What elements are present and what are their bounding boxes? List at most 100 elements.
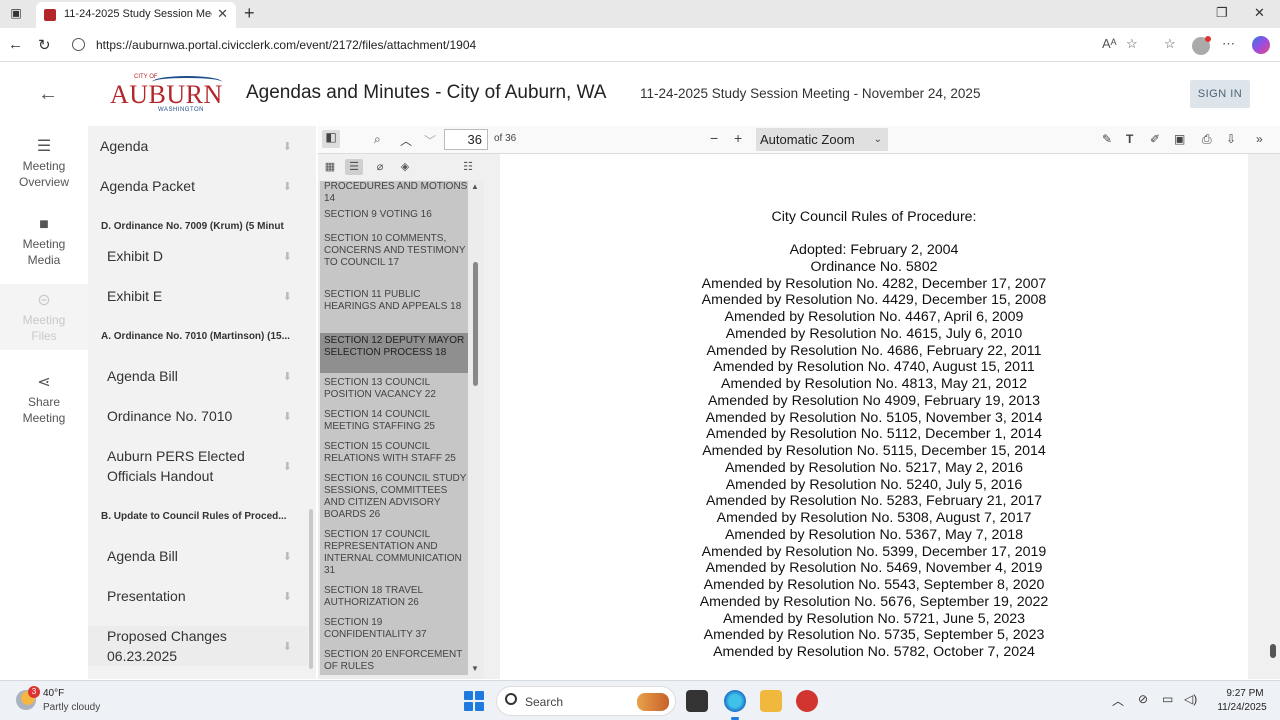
url-field[interactable]: https://auburnwa.portal.civicclerk.com/e…: [66, 32, 1266, 58]
rail-meeting-overview[interactable]: ☰ Meeting Overview: [0, 136, 88, 196]
more-tools-icon[interactable]: »: [1256, 132, 1263, 146]
auburn-logo[interactable]: CITY OF AUBURN WASHINGTON: [110, 72, 228, 116]
edge-browser-icon[interactable]: [724, 690, 746, 712]
download-icon[interactable]: ⬇: [283, 250, 292, 263]
tab-title: 11-24-2025 Study Session Meeting: [64, 8, 212, 20]
outline-item[interactable]: PROCEDURES AND MOTIONS 14: [320, 181, 468, 205]
file-explorer-icon[interactable]: [760, 690, 782, 712]
sign-in-button[interactable]: SIGN IN: [1190, 80, 1250, 108]
layers-icon[interactable]: ◈: [396, 159, 414, 175]
outline-item[interactable]: SECTION 13 COUNCIL POSITION VACANCY 22: [320, 377, 468, 405]
file-item-presentation[interactable]: Presentation ⬇: [88, 586, 308, 606]
file-item-agenda[interactable]: Agenda ⬇: [88, 136, 308, 156]
weather-temp: 40°F: [43, 688, 65, 699]
task-view-icon[interactable]: [686, 690, 708, 712]
find-icon[interactable]: ⌕: [374, 132, 381, 147]
page-number-input[interactable]: 36: [444, 129, 488, 150]
site-info-icon[interactable]: [72, 38, 85, 51]
zoom-out-icon[interactable]: −: [710, 130, 718, 146]
copilot-icon[interactable]: [1252, 36, 1270, 54]
more-menu-icon[interactable]: ⋯: [1222, 36, 1235, 52]
sidebar-toggle-icon[interactable]: ◧: [322, 130, 340, 148]
previous-page-icon[interactable]: ︿: [400, 132, 412, 149]
outline-item[interactable]: SECTION 16 COUNCIL STUDY SESSIONS, COMMI…: [320, 473, 468, 525]
download-icon[interactable]: ⬇: [283, 550, 292, 563]
highlight-icon[interactable]: ✎: [1102, 132, 1112, 146]
outline-item[interactable]: SECTION 10 COMMENTS, CONCERNS AND TESTIM…: [320, 233, 468, 285]
file-item-agenda-bill-2[interactable]: Agenda Bill ⬇: [88, 546, 308, 566]
outline-item[interactable]: SECTION 19 CONFIDENTIALITY 37: [320, 617, 468, 645]
zoom-in-icon[interactable]: +: [734, 130, 742, 146]
start-button[interactable]: [464, 691, 484, 711]
file-item-agenda-packet[interactable]: Agenda Packet ⬇: [88, 176, 308, 196]
document-scrollbar-thumb[interactable]: [1270, 644, 1276, 658]
browser-tab[interactable]: 11-24-2025 Study Session Meeting ✕: [36, 2, 236, 28]
outline-item[interactable]: SECTION 12 DEPUTY MAYOR SELECTION PROCES…: [320, 333, 468, 373]
zoom-select[interactable]: Automatic Zoom ⌄: [756, 128, 888, 151]
tab-actions-icon[interactable]: ▣: [8, 6, 24, 22]
outline-item[interactable]: SECTION 20 ENFORCEMENT OF RULES: [320, 649, 468, 675]
outline-scrollbar-thumb[interactable]: [473, 262, 478, 386]
show-hidden-icons-icon[interactable]: ︿: [1112, 692, 1124, 709]
file-item-pers-handout[interactable]: Auburn PERS Elected Officials Handout ⬇: [88, 446, 308, 486]
volume-icon[interactable]: ◁): [1184, 692, 1197, 706]
scroll-down-icon[interactable]: ▼: [471, 664, 479, 673]
close-tab-icon[interactable]: ✕: [217, 6, 228, 22]
rail-meeting-media[interactable]: ■ Meeting Media: [0, 214, 88, 274]
scroll-up-icon[interactable]: ▲: [471, 182, 479, 191]
image-tool-icon[interactable]: ▣: [1174, 132, 1185, 146]
outline-item[interactable]: SECTION 9 VOTING 16: [320, 209, 468, 229]
file-item-exhibit-d[interactable]: Exhibit D ⬇: [88, 246, 308, 266]
draw-icon[interactable]: ✐: [1150, 132, 1160, 146]
next-page-icon[interactable]: ﹀: [424, 132, 436, 149]
print-icon[interactable]: ⎙: [1202, 132, 1212, 147]
favorites-icon[interactable]: ☆: [1164, 36, 1176, 52]
link-icon: ⊝: [37, 292, 51, 309]
acrobat-icon[interactable]: [796, 690, 818, 712]
download-icon[interactable]: ⬇: [283, 180, 292, 193]
read-aloud-icon[interactable]: Aᴬ: [1102, 36, 1117, 51]
clock-date[interactable]: 11/24/2025: [1212, 702, 1272, 713]
network-off-icon[interactable]: ⊘: [1138, 692, 1148, 706]
outline-item[interactable]: SECTION 18 TRAVEL AUTHORIZATION 26: [320, 585, 468, 613]
text-tool-icon[interactable]: T: [1126, 132, 1133, 146]
outline-item[interactable]: SECTION 15 COUNCIL RELATIONS WITH STAFF …: [320, 441, 468, 469]
attachments-icon[interactable]: ⌀: [371, 159, 389, 175]
download-icon[interactable]: ⬇: [283, 370, 292, 383]
file-list-scrollbar[interactable]: [309, 509, 313, 669]
section-header: B. Update to Council Rules of Proced...: [101, 511, 287, 522]
download-icon[interactable]: ⬇: [283, 290, 292, 303]
download-icon[interactable]: ⬇: [283, 640, 292, 653]
windows-taskbar: 3 40°F Partly cloudy Search ︿ ⊘ ▭ ◁) 9:2…: [0, 680, 1280, 720]
file-item-ordinance-7010[interactable]: Ordinance No. 7010 ⬇: [88, 406, 308, 426]
back-arrow-icon[interactable]: ←: [38, 83, 58, 106]
current-outline-item-icon[interactable]: ☷: [459, 159, 477, 175]
save-icon[interactable]: ⇩: [1226, 132, 1236, 146]
download-icon[interactable]: ⬇: [283, 590, 292, 603]
file-item-agenda-bill[interactable]: Agenda Bill ⬇: [88, 366, 308, 386]
outline-item[interactable]: SECTION 17 COUNCIL REPRESENTATION AND IN…: [320, 529, 468, 581]
download-icon[interactable]: ⬇: [283, 140, 292, 153]
restore-window-icon[interactable]: ❐: [1216, 5, 1228, 21]
outline-item[interactable]: SECTION 11 PUBLIC HEARINGS AND APPEALS 1…: [320, 289, 468, 329]
document-line: Amended by Resolution No. 5240, July 5, …: [725, 476, 1023, 493]
rail-meeting-files[interactable]: ⊝ Meeting Files: [0, 284, 88, 350]
file-item-proposed-changes[interactable]: Proposed Changes 06.23.2025 ⬇: [88, 626, 308, 666]
browser-back-icon[interactable]: ←: [8, 36, 23, 53]
file-item-exhibit-e[interactable]: Exhibit E ⬇: [88, 286, 308, 306]
favorite-star-icon[interactable]: ☆: [1126, 36, 1138, 52]
outline-tabs: ▦ ☰ ⌀ ◈ ☷: [318, 154, 484, 180]
download-icon[interactable]: ⬇: [283, 410, 292, 423]
taskbar-search[interactable]: Search: [496, 686, 676, 716]
thumbnails-icon[interactable]: ▦: [321, 159, 339, 175]
outline-icon[interactable]: ☰: [345, 159, 363, 175]
clock-time[interactable]: 9:27 PM: [1220, 688, 1270, 699]
rail-share-meeting[interactable]: ⋖ Share Meeting: [0, 372, 88, 432]
new-tab-icon[interactable]: +: [244, 3, 255, 24]
outline-item[interactable]: SECTION 14 COUNCIL MEETING STAFFING 25: [320, 409, 468, 437]
page-title: Agendas and Minutes - City of Auburn, WA: [246, 82, 607, 103]
close-window-icon[interactable]: ✕: [1254, 5, 1265, 21]
refresh-icon[interactable]: ↻: [38, 36, 51, 54]
download-icon[interactable]: ⬇: [283, 460, 292, 473]
display-icon[interactable]: ▭: [1162, 692, 1173, 706]
